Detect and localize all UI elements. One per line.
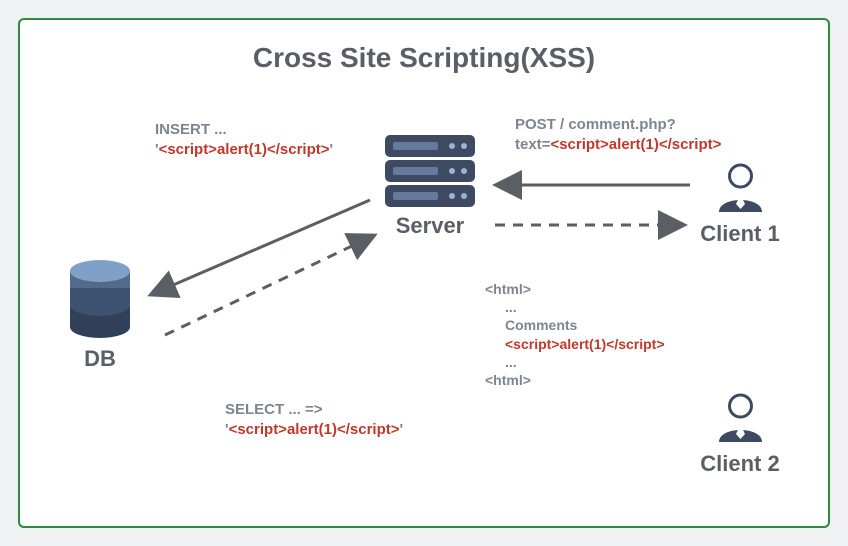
- user-icon: [713, 390, 768, 445]
- script-text: <script>alert(1)</script>: [485, 335, 665, 353]
- diagram-title: Cross Site Scripting(XSS): [20, 42, 828, 74]
- client1-node: Client 1: [700, 160, 780, 247]
- text: <html>: [485, 281, 531, 297]
- client2-node: Client 2: [700, 390, 780, 477]
- text: Comments: [485, 316, 577, 334]
- annotation-html: <html> ... Comments <script>alert(1)</sc…: [485, 280, 665, 389]
- server-node: Server: [375, 135, 485, 239]
- annotation-select: SELECT ... => '<script>alert(1)</script>…: [225, 400, 403, 439]
- client1-label: Client 1: [700, 221, 780, 247]
- text: INSERT ...: [155, 121, 227, 138]
- text: text=: [515, 136, 550, 153]
- text: ...: [485, 298, 517, 316]
- server-label: Server: [375, 213, 485, 239]
- text: POST / comment.php?: [515, 116, 676, 133]
- database-icon: [70, 270, 130, 340]
- script-text: <script>alert(1)</script>: [550, 136, 721, 153]
- script-text: <script>alert(1)</script>: [229, 421, 400, 438]
- db-label: DB: [60, 346, 140, 372]
- annotation-post: POST / comment.php? text=<script>alert(1…: [515, 115, 721, 154]
- arrow-db-to-server: [165, 235, 375, 335]
- text: ': [330, 141, 334, 158]
- server-icon: [385, 135, 475, 207]
- arrow-server-to-db: [150, 200, 370, 295]
- script-text: <script>alert(1)</script>: [159, 141, 330, 158]
- text: ...: [485, 353, 517, 371]
- diagram-frame: Cross Site Scripting(XSS) DB Server Clie…: [18, 18, 830, 528]
- client2-label: Client 2: [700, 451, 780, 477]
- user-icon: [713, 160, 768, 215]
- text: ': [400, 421, 404, 438]
- db-node: DB: [60, 270, 140, 372]
- annotation-insert: INSERT ... '<script>alert(1)</script>': [155, 120, 333, 159]
- text: SELECT ... =>: [225, 401, 323, 418]
- text: <html>: [485, 372, 531, 388]
